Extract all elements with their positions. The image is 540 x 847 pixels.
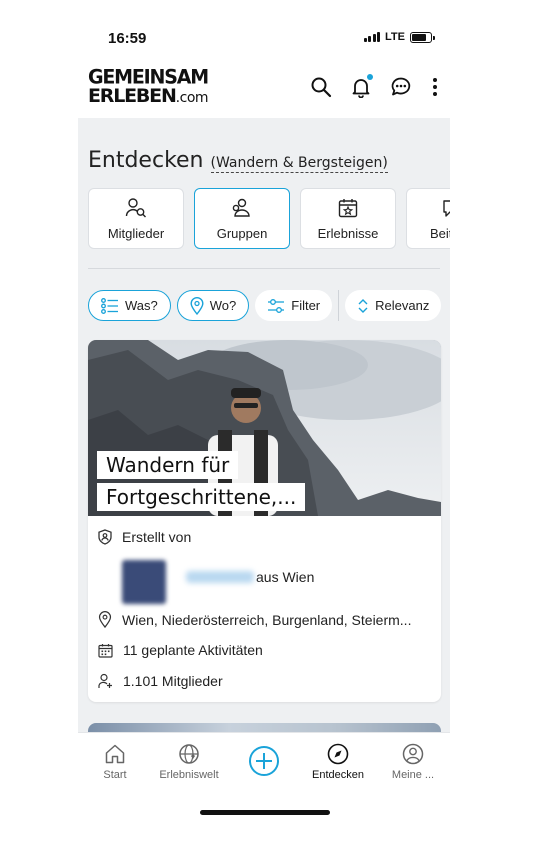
where-filter-label: Wo? — [209, 298, 237, 313]
nav-profile-label: Meine ... — [391, 769, 435, 781]
logo-domain: .com — [175, 90, 209, 106]
location-pin-icon — [98, 611, 112, 628]
creator-name-row[interactable]: aus Wien — [186, 569, 314, 585]
compass-icon — [327, 743, 349, 765]
nav-profile[interactable]: Meine ... — [376, 743, 450, 781]
bottom-nav: Start Erlebniswelt Entdecken Meine ... — [78, 732, 450, 792]
notification-dot — [367, 74, 373, 80]
group-card[interactable]: Wandern für Fortgeschrittene,... Erstell… — [88, 340, 441, 702]
nav-erlebniswelt[interactable]: Erlebniswelt — [152, 743, 226, 781]
creator-row: Erstellt von — [98, 529, 191, 545]
logo[interactable]: GEMEINSAM ERLEBEN.com — [88, 65, 209, 108]
creator-avatar[interactable] — [122, 560, 166, 604]
member-count: 1.101 Mitglieder — [123, 673, 223, 689]
chip-separator — [338, 290, 340, 321]
nav-entdecken[interactable]: Entdecken — [301, 743, 375, 781]
filter-label: Filter — [291, 298, 321, 313]
network-label: LTE — [385, 31, 405, 43]
sort-chip[interactable]: Relevanz — [345, 290, 442, 321]
main-content: Entdecken (Wandern & Bergsteigen) Mitgli… — [78, 118, 450, 732]
tab-posts[interactable]: Beit — [406, 188, 450, 249]
shield-user-icon — [98, 529, 112, 545]
sliders-icon — [268, 298, 285, 313]
page-title-text: Entdecken — [88, 148, 204, 173]
group-location: Wien, Niederösterreich, Burgenland, Stei… — [122, 611, 412, 628]
group-title-line2: Fortgeschrittene,... — [97, 483, 306, 511]
divider — [88, 268, 440, 269]
filter-chip[interactable]: Filter — [255, 290, 333, 321]
status-time: 16:59 — [108, 30, 147, 47]
app-header: GEMEINSAM ERLEBEN.com — [78, 60, 450, 118]
tab-groups-label: Gruppen — [216, 225, 268, 241]
home-indicator — [200, 810, 330, 815]
tab-posts-label: Beit — [430, 225, 450, 241]
nav-add[interactable] — [227, 745, 301, 777]
where-filter-chip[interactable]: Wo? — [176, 290, 250, 321]
location-pin-icon — [190, 296, 204, 315]
comment-icon — [443, 199, 450, 217]
nav-entdecken-label: Entdecken — [312, 769, 364, 781]
tab-experiences-label: Erlebnisse — [317, 225, 379, 241]
bell-icon[interactable] — [350, 74, 373, 99]
nav-erlebniswelt-label: Erlebniswelt — [159, 769, 219, 781]
battery-icon — [410, 31, 435, 43]
nav-start[interactable]: Start — [78, 743, 152, 781]
category-selector[interactable]: (Wandern & Bergsteigen) — [210, 155, 388, 173]
page-title: Entdecken (Wandern & Bergsteigen) — [88, 148, 388, 173]
group-photo: Wandern für Fortgeschrittene,... — [88, 340, 441, 516]
sort-icon — [358, 298, 368, 313]
add-circle-icon — [249, 746, 279, 776]
creator-location: aus Wien — [256, 569, 315, 585]
search-icon[interactable] — [310, 76, 332, 98]
signal-icon — [363, 32, 381, 42]
nav-start-label: Start — [103, 769, 127, 781]
created-by-label: Erstellt von — [122, 529, 192, 545]
members-row: 1.101 Mitglieder — [98, 673, 223, 689]
calendar-star-icon — [338, 198, 358, 217]
globe-icon — [179, 744, 199, 764]
member-add-icon — [98, 673, 112, 688]
filter-chips: Was? Wo? Filter Relevanz — [88, 290, 442, 321]
planned-activities: 11 geplante Aktivitäten — [123, 642, 263, 658]
groups-icon — [232, 198, 250, 217]
tab-members-label: Mitglieder — [107, 225, 165, 241]
phone-screen: 16:59 LTE GEMEINSAM ERLEBEN.com Entdecke… — [78, 0, 450, 847]
tab-members[interactable]: Mitglieder — [88, 188, 184, 249]
tab-groups[interactable]: Gruppen — [194, 188, 290, 249]
home-icon — [105, 744, 125, 764]
next-group-card[interactable] — [88, 723, 441, 732]
group-title-line1: Wandern für — [97, 451, 239, 479]
chat-icon[interactable] — [390, 76, 412, 98]
list-icon — [101, 297, 118, 314]
group-title: Wandern für Fortgeschrittene,... — [97, 451, 306, 515]
what-filter-chip[interactable]: Was? — [88, 290, 171, 321]
location-row: Wien, Niederösterreich, Burgenland, Stei… — [98, 611, 411, 628]
profile-icon — [402, 743, 424, 765]
sort-label: Relevanz — [375, 298, 430, 313]
status-right: LTE — [363, 31, 435, 43]
creator-name-blurred — [186, 571, 254, 583]
members-search-icon — [125, 197, 146, 217]
discover-tabs: Mitglieder Gruppen Erlebnisse Beit — [88, 188, 450, 249]
more-vertical-icon[interactable] — [430, 76, 440, 98]
logo-line1: GEMEINSAM — [88, 65, 209, 89]
what-filter-label: Was? — [125, 298, 158, 313]
activities-row: 11 geplante Aktivitäten — [98, 642, 263, 658]
status-bar: 16:59 LTE — [78, 0, 450, 60]
tab-experiences[interactable]: Erlebnisse — [300, 188, 396, 249]
calendar-icon — [98, 643, 113, 658]
